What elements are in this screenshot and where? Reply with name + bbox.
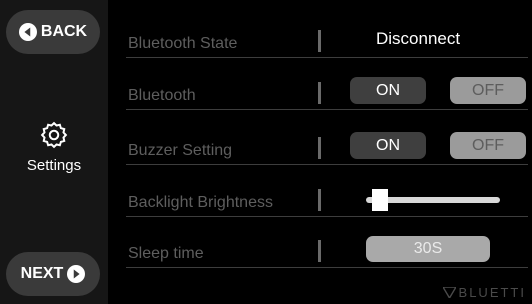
sidebar: BACK Settings NEXT xyxy=(0,0,108,304)
divider xyxy=(318,189,321,211)
bluetooth-on-button[interactable]: ON xyxy=(350,77,426,104)
buzzer-off-button[interactable]: OFF xyxy=(450,132,526,159)
bluetti-logo: BLUETTI xyxy=(442,285,526,300)
settings-panel: Bluetooth State Disconnect Bluetooth ON … xyxy=(108,0,532,304)
back-button[interactable]: BACK xyxy=(6,10,100,54)
divider xyxy=(318,30,321,52)
logo-text: BLUETTI xyxy=(458,285,526,300)
sleep-time-button[interactable]: 30S xyxy=(366,236,490,262)
bluetooth-row: Bluetooth ON OFF xyxy=(126,58,528,110)
sleep-time-label: Sleep time xyxy=(128,245,204,262)
next-label: NEXT xyxy=(20,265,64,282)
arrow-right-circle-icon xyxy=(67,265,86,283)
bluetooth-state-value: Disconnect xyxy=(376,29,461,48)
gear-icon xyxy=(40,121,68,149)
bluetooth-label: Bluetooth xyxy=(128,87,196,104)
arrow-left-circle-icon xyxy=(18,23,37,41)
buzzer-on-button[interactable]: ON xyxy=(350,132,426,159)
buzzer-row: Buzzer Setting ON OFF xyxy=(126,113,528,165)
divider xyxy=(318,137,321,159)
buzzer-label: Buzzer Setting xyxy=(128,142,233,159)
bluetooth-state-label: Bluetooth State xyxy=(128,35,238,52)
back-label: BACK xyxy=(40,23,88,40)
bluetooth-state-row: Bluetooth State Disconnect xyxy=(126,6,528,58)
bluetooth-off-button[interactable]: OFF xyxy=(450,77,526,104)
divider xyxy=(318,240,321,262)
next-button[interactable]: NEXT xyxy=(6,252,100,296)
settings-section: Settings xyxy=(0,120,108,174)
sleep-time-row: Sleep time 30S xyxy=(126,216,528,268)
backlight-label: Backlight Brightness xyxy=(128,194,273,211)
divider xyxy=(318,82,321,104)
backlight-row: Backlight Brightness xyxy=(126,165,528,217)
settings-label: Settings xyxy=(26,157,82,174)
bluetti-logo-icon xyxy=(442,287,456,298)
brightness-slider-handle[interactable] xyxy=(371,189,388,211)
